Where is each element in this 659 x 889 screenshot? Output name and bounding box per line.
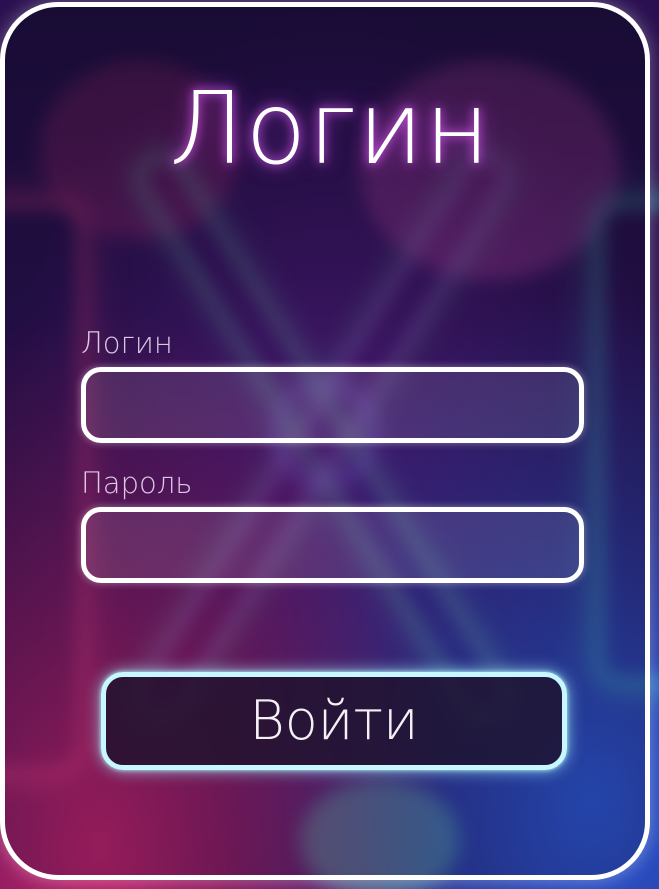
page-title: Логин: [169, 70, 491, 187]
password-label: Пароль: [81, 466, 193, 500]
login-input[interactable]: [81, 367, 584, 443]
login-card: Логин Логин Пароль Войти: [0, 2, 650, 880]
login-page: Логин Логин Пароль Войти: [0, 0, 659, 889]
submit-button-label: Войти: [249, 689, 419, 752]
login-label: Логин: [81, 326, 173, 360]
password-input[interactable]: [81, 507, 584, 583]
submit-button[interactable]: Войти: [101, 672, 567, 770]
